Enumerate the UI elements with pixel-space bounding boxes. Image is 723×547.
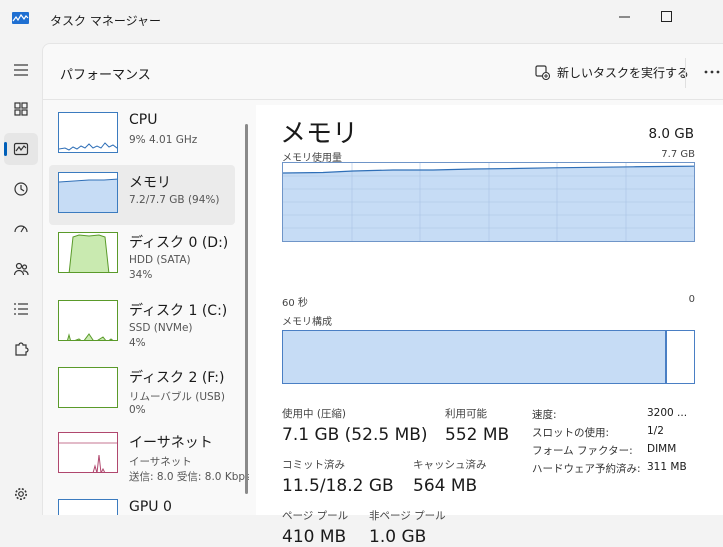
more-dots-icon xyxy=(704,70,720,74)
in-use-label: 使用中 (圧縮) xyxy=(282,408,347,420)
spec-reserved-value: 311 MB xyxy=(647,461,687,473)
spec-form-factor-label: フォーム ファクター: xyxy=(532,445,633,457)
gpu-thumbnail-graph xyxy=(58,499,118,515)
spec-speed-label: 速度: xyxy=(532,409,557,421)
memory-total: 8.0 GB xyxy=(648,126,694,142)
memory-usage-max: 7.7 GB xyxy=(661,149,695,160)
nav-processes[interactable] xyxy=(4,93,38,125)
in-use-value: 7.1 GB (52.5 MB) xyxy=(282,425,428,445)
cached-value: 564 MB xyxy=(413,476,478,496)
run-new-task-label: 新しいタスクを実行する xyxy=(557,65,690,80)
details-list-icon xyxy=(14,303,28,315)
nav-users[interactable] xyxy=(4,253,38,285)
performance-icon xyxy=(13,142,29,156)
disk1-thumbnail-graph xyxy=(58,300,118,341)
memory-usage-graph xyxy=(282,162,695,242)
speedometer-icon xyxy=(14,225,28,233)
gear-icon xyxy=(15,488,27,500)
resource-item-cpu[interactable]: CPU 9% 4.01 GHz xyxy=(49,105,235,165)
hamburger-icon xyxy=(14,64,28,76)
resource-usage: 0% xyxy=(129,404,146,416)
resource-item-memory[interactable]: メモリ 7.2/7.7 GB (94%) xyxy=(49,165,235,225)
resource-detail: 7.2/7.7 GB (94%) xyxy=(129,194,220,206)
resource-detail: 9% 4.01 GHz xyxy=(129,134,198,146)
resource-detail: イーサネット xyxy=(129,456,192,468)
more-options-button[interactable] xyxy=(698,58,723,86)
nav-startup-apps[interactable] xyxy=(4,213,38,245)
spec-slots-value: 1/2 xyxy=(647,425,664,437)
resource-list-scrollbar[interactable] xyxy=(245,124,248,494)
nav-settings[interactable] xyxy=(4,478,38,510)
paged-pool-value: 410 MB xyxy=(282,527,347,547)
puzzle-icon xyxy=(15,342,29,356)
resource-item-ethernet[interactable]: イーサネット イーサネット 送信: 8.0 受信: 8.0 Kbps xyxy=(49,425,249,485)
resource-usage: 4% xyxy=(129,337,146,349)
nav-app-history[interactable] xyxy=(4,173,38,205)
spec-reserved-label: ハードウェア予約済み: xyxy=(532,463,641,475)
spec-form-factor-value: DIMM xyxy=(647,443,677,455)
committed-value: 11.5/18.2 GB xyxy=(282,476,394,496)
nonpaged-pool-value: 1.0 GB xyxy=(369,527,427,547)
resource-throughput: 送信: 8.0 受信: 8.0 Kbps xyxy=(129,471,249,483)
run-new-task-button[interactable]: 新しいタスクを実行する xyxy=(535,62,689,82)
resource-name: GPU 0 xyxy=(129,499,172,515)
detail-title: メモリ xyxy=(280,119,359,149)
resource-item-disk-2[interactable]: ディスク 2 (F:) リムーバブル (USB) 0% xyxy=(49,360,235,420)
resource-detail: HDD (SATA) xyxy=(129,254,191,266)
resource-item-disk-0[interactable]: ディスク 0 (D:) HDD (SATA) 34% xyxy=(49,225,235,285)
memory-thumbnail-graph xyxy=(58,172,118,213)
maximize-button[interactable] xyxy=(646,2,686,30)
memory-composition-bar xyxy=(282,330,695,384)
maximize-icon xyxy=(660,10,672,22)
title-bar: タスク マネージャー xyxy=(0,0,723,40)
disk0-thumbnail-graph xyxy=(58,232,118,273)
ethernet-thumbnail-graph xyxy=(58,432,118,473)
graph-time-right: 0 xyxy=(688,294,695,305)
memory-composition-label: メモリ構成 xyxy=(282,317,332,328)
composition-in-use-segment xyxy=(283,331,668,383)
resource-name: ディスク 0 (D:) xyxy=(129,235,229,251)
nav-services[interactable] xyxy=(4,333,38,365)
resource-detail: SSD (NVMe) xyxy=(129,322,193,334)
nav-details[interactable] xyxy=(4,293,38,325)
resource-usage: 34% xyxy=(129,269,153,281)
spec-speed-value: 3200 ... xyxy=(647,407,688,419)
cached-label: キャッシュ済み xyxy=(413,459,487,471)
resource-name: ディスク 2 (F:) xyxy=(129,370,225,386)
header-divider xyxy=(43,99,723,100)
page-title: パフォーマンス xyxy=(60,68,151,83)
spec-slots-label: スロットの使用: xyxy=(532,427,610,439)
nav-performance[interactable] xyxy=(4,133,38,165)
available-label: 利用可能 xyxy=(445,408,487,420)
resource-name: イーサネット xyxy=(129,435,213,451)
minimize-icon xyxy=(618,16,630,17)
toolbar-divider xyxy=(685,58,686,88)
available-value: 552 MB xyxy=(445,425,510,445)
users-icon xyxy=(13,262,29,276)
history-icon xyxy=(14,182,28,196)
committed-label: コミット済み xyxy=(282,459,345,471)
new-task-icon xyxy=(535,64,550,80)
disk2-thumbnail-graph xyxy=(58,367,118,408)
memory-detail-pane: メモリ 8.0 GB メモリ使用量 7.7 GB 60 秒 0 メモリ構成 使用… xyxy=(256,105,723,547)
resource-item-gpu-0[interactable]: GPU 0 xyxy=(49,492,235,515)
resource-item-disk-1[interactable]: ディスク 1 (C:) SSD (NVMe) 4% xyxy=(49,293,235,353)
menu-button[interactable] xyxy=(4,54,38,86)
main-panel: パフォーマンス 新しいタスクを実行する CPU 9% 4.01 GHz メモリ … xyxy=(42,43,723,547)
minimize-button[interactable] xyxy=(604,2,644,30)
resource-detail: リムーバブル (USB) xyxy=(129,391,225,403)
resource-name: CPU xyxy=(129,112,158,128)
graph-time-left: 60 秒 xyxy=(282,298,308,309)
paged-pool-label: ページ プール xyxy=(282,510,349,522)
task-manager-app-icon xyxy=(12,12,29,24)
nonpaged-pool-label: 非ページ プール xyxy=(369,510,446,522)
resource-name: メモリ xyxy=(129,175,171,191)
nav-rail xyxy=(0,40,42,514)
processes-icon xyxy=(14,102,28,116)
resource-list: CPU 9% 4.01 GHz メモリ 7.2/7.7 GB (94%) ディス… xyxy=(49,105,249,515)
cpu-thumbnail-graph xyxy=(58,112,118,153)
window-title: タスク マネージャー xyxy=(50,14,161,28)
resource-name: ディスク 1 (C:) xyxy=(129,303,228,319)
